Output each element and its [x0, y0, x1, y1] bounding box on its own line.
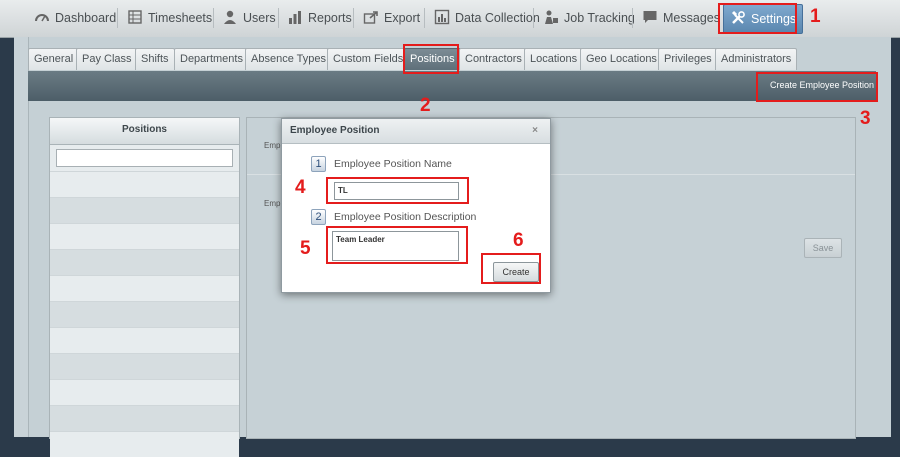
dialog-header: Employee Position ×	[282, 119, 550, 144]
tab-custom-fields[interactable]: Custom Fields	[327, 48, 410, 70]
list-item[interactable]	[50, 327, 239, 353]
positions-list-panel: Positions	[49, 117, 240, 457]
export-icon	[363, 11, 378, 24]
tab-geo-locations[interactable]: Geo Locations	[580, 48, 663, 70]
annotation-number-1: 1	[810, 6, 821, 27]
dialog-title: Employee Position	[290, 125, 380, 136]
list-item[interactable]	[50, 379, 239, 405]
job-tracking-icon	[545, 10, 558, 24]
positions-search-input[interactable]	[56, 149, 233, 167]
list-item[interactable]	[50, 171, 239, 197]
nav-data-collection[interactable]: Data Collection	[434, 4, 540, 32]
tab-privileges[interactable]: Privileges	[658, 48, 718, 70]
list-item[interactable]	[50, 431, 239, 457]
list-item[interactable]	[50, 249, 239, 275]
annotation-number-6: 6	[513, 230, 524, 251]
nav-export[interactable]: Export	[363, 4, 420, 32]
annotation-box-4	[326, 177, 469, 204]
annotation-box-1	[718, 3, 797, 34]
tab-contractors[interactable]: Contractors	[459, 48, 528, 70]
tab-absence-types[interactable]: Absence Types	[245, 48, 333, 70]
position-name-label: Employee Position Name	[334, 158, 452, 170]
tab-administrators[interactable]: Administrators	[715, 48, 798, 70]
tab-general[interactable]: General	[28, 48, 80, 70]
annotation-number-4: 4	[295, 177, 306, 198]
nav-reports[interactable]: Reports	[287, 4, 352, 32]
save-button[interactable]: Save	[804, 238, 842, 258]
nav-job-tracking[interactable]: Job Tracking	[543, 4, 635, 32]
annotation-box-5	[326, 226, 468, 264]
annotation-number-3: 3	[860, 108, 871, 129]
annotation-box-3	[756, 72, 878, 102]
annotation-box-2	[403, 44, 459, 74]
list-item[interactable]	[50, 301, 239, 327]
annotation-number-2: 2	[420, 95, 431, 116]
tab-pay-class[interactable]: Pay Class	[76, 48, 138, 70]
list-item[interactable]	[50, 197, 239, 223]
close-icon[interactable]: ×	[532, 119, 538, 143]
positions-list-title: Positions	[50, 118, 239, 145]
data-collection-icon	[434, 9, 450, 25]
step-2-badge: 2	[311, 209, 326, 225]
chat-bubble-icon	[643, 11, 657, 23]
list-item[interactable]	[50, 353, 239, 379]
tab-locations[interactable]: Locations	[524, 48, 584, 70]
detail-label-name: Emp	[264, 141, 281, 150]
dashboard-icon	[35, 14, 49, 22]
tab-shifts[interactable]: Shifts	[135, 48, 175, 70]
nav-messages[interactable]: Messages	[642, 4, 720, 32]
list-item[interactable]	[50, 405, 239, 431]
nav-users[interactable]: Users	[222, 4, 276, 32]
positions-toolbar	[28, 71, 876, 101]
tab-departments[interactable]: Departments	[174, 48, 249, 70]
annotation-number-5: 5	[300, 238, 311, 259]
bar-chart-icon	[289, 11, 301, 24]
timesheets-icon	[128, 10, 142, 24]
list-item[interactable]	[50, 275, 239, 301]
detail-label-description: Emp	[264, 199, 281, 208]
annotation-box-6	[481, 253, 541, 284]
step-1-badge: 1	[311, 156, 326, 172]
position-description-label: Employee Position Description	[334, 211, 477, 223]
nav-timesheets[interactable]: Timesheets	[127, 4, 212, 32]
list-item[interactable]	[50, 223, 239, 249]
user-icon	[224, 10, 236, 24]
nav-dashboard[interactable]: Dashboard	[34, 4, 116, 32]
